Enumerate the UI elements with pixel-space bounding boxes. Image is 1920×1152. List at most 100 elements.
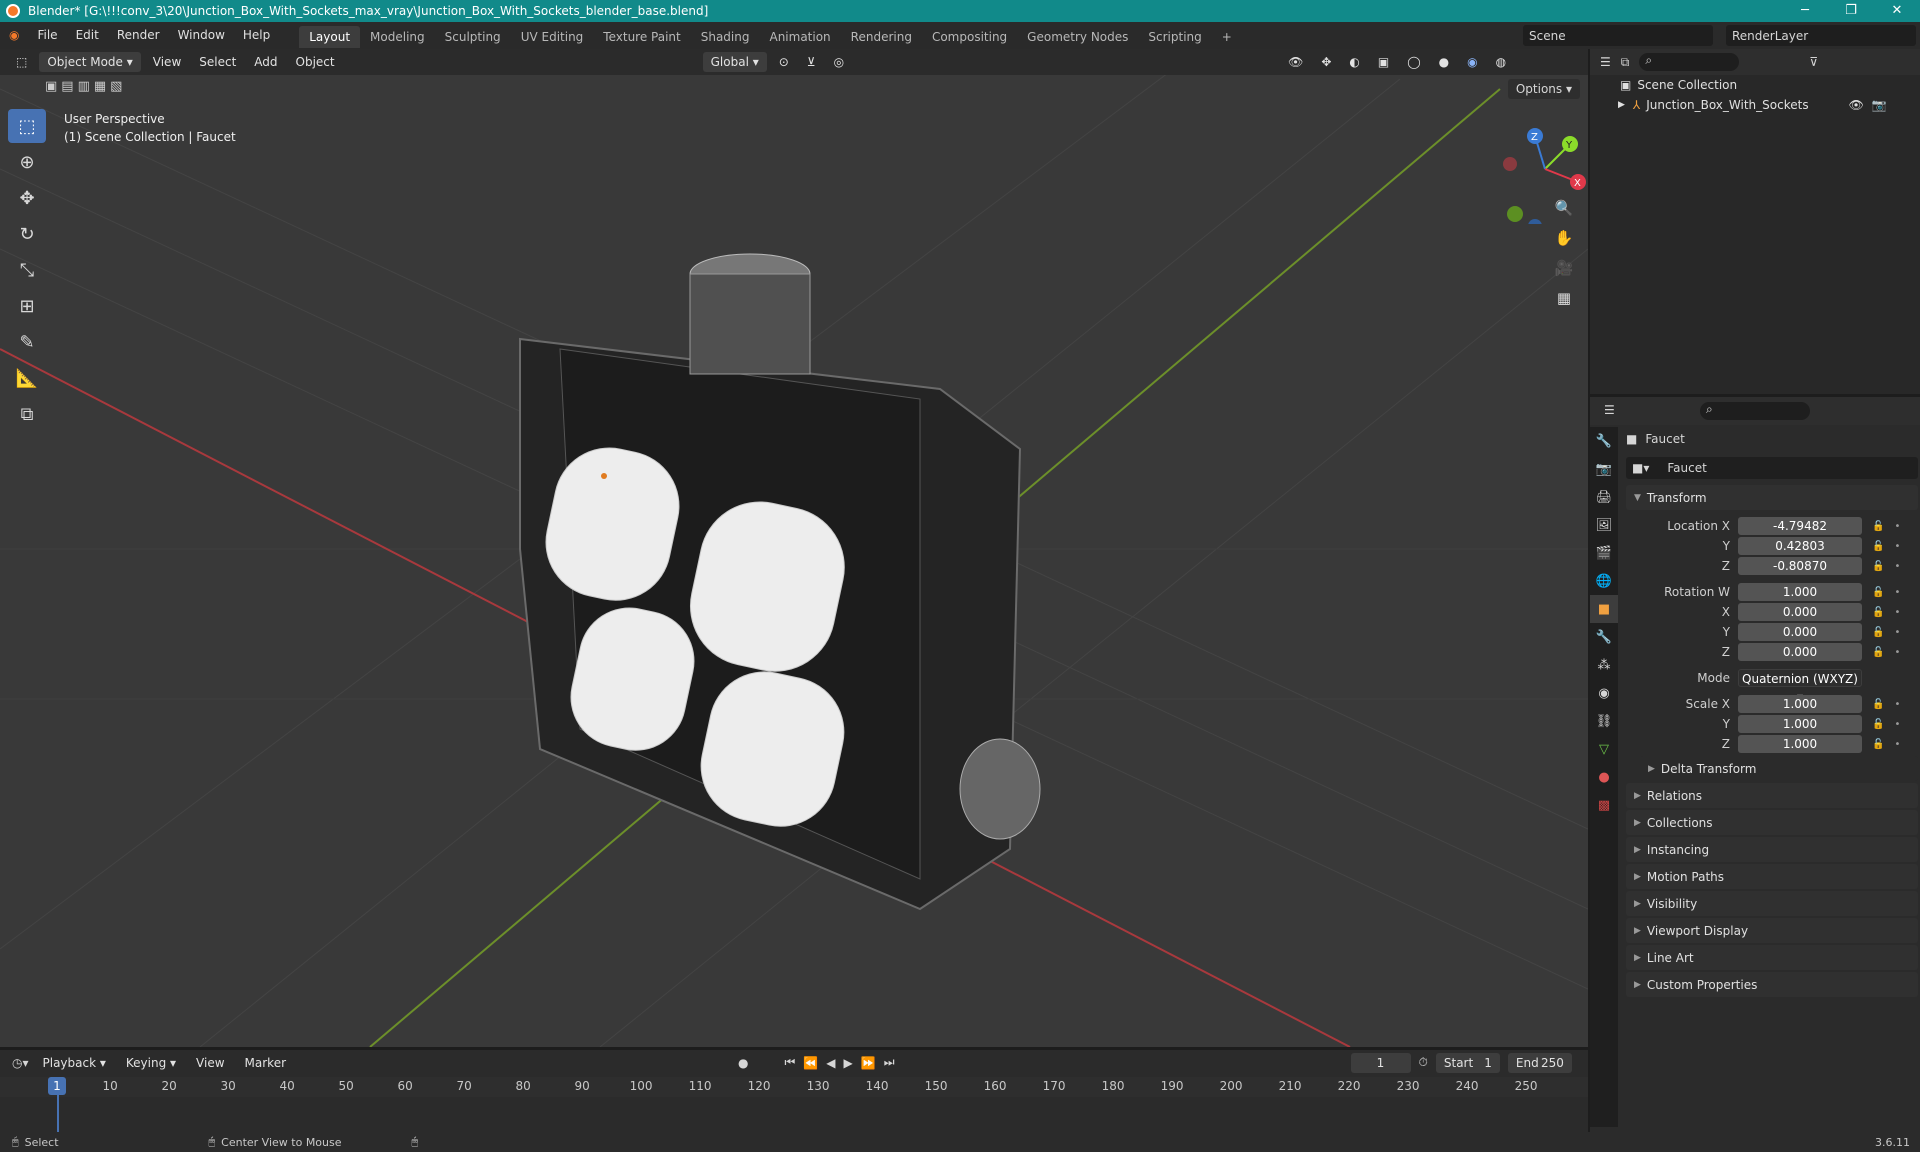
scale-y-field[interactable]: 1.000 [1738,715,1862,733]
texture-tab-icon[interactable]: ▩ [1590,791,1618,819]
visibility-icon[interactable]: 👁 [1282,55,1309,69]
location-z-field[interactable]: -0.80870 [1738,557,1862,575]
transform-panel-header[interactable]: ▼ Transform [1626,485,1918,510]
scale-x-field[interactable]: 1.000 [1738,695,1862,713]
blender-menu-icon[interactable]: ◉ [0,22,28,49]
world-tab-icon[interactable]: 🌐 [1590,567,1618,595]
visibility-eye-icon[interactable]: 👁 [1849,98,1864,112]
properties-search-input[interactable]: ⌕ [1700,402,1810,420]
filter-icon[interactable]: ⊽ [1809,55,1818,69]
modifier-tab-icon[interactable]: 🔧 [1590,623,1618,651]
outliner-scene-collection[interactable]: ▣ Scene Collection [1590,75,1920,95]
tab-scripting[interactable]: Scripting [1138,26,1211,48]
physics-tab-icon[interactable]: ◉ [1590,679,1618,707]
measure-tool-icon[interactable]: 📐 [8,361,46,395]
menu-render[interactable]: Render [108,22,169,49]
jump-start-icon[interactable]: ⏮ [785,1055,796,1070]
menu-edit[interactable]: Edit [67,22,108,49]
menu-file[interactable]: File [28,22,66,49]
menu-marker[interactable]: Marker [239,1056,292,1070]
move-tool-icon[interactable]: ✥ [8,181,46,215]
scene-selector[interactable]: Scene [1523,25,1713,46]
3d-viewport[interactable]: ⬚ Object Mode ▾ View Select Add Object G… [0,49,1588,1047]
tab-rendering[interactable]: Rendering [841,26,922,48]
maximize-button[interactable]: ❐ [1828,0,1874,22]
rotation-w-field[interactable]: 1.000 [1738,583,1862,601]
outliner-search-input[interactable]: ⌕ [1639,53,1740,71]
shading-material-icon[interactable]: ◉ [1461,55,1483,69]
scene-tab-icon[interactable]: 🎬 [1590,539,1618,567]
tab-animation[interactable]: Animation [759,26,840,48]
particles-tab-icon[interactable]: ⁂ [1590,651,1618,679]
lock-icon[interactable]: 🔓• [1872,587,1910,598]
menu-view[interactable]: View [147,55,187,69]
timeline-ruler[interactable]: 1102030405060708090100110120130140150160… [0,1077,1588,1097]
expand-arrow-icon[interactable]: ▶ [1618,100,1625,110]
menu-playback[interactable]: Playback ▾ [37,1056,112,1070]
tab-compositing[interactable]: Compositing [922,26,1017,48]
play-icon[interactable]: ▶ [844,1056,853,1070]
shading-wireframe-icon[interactable]: ◯ [1401,55,1426,69]
mode-dropdown[interactable]: Object Mode ▾ [39,52,141,72]
material-tab-icon[interactable]: ● [1590,763,1618,791]
view-layer-tab-icon[interactable]: 🖼 [1590,511,1618,539]
playhead[interactable]: 1 [48,1077,66,1095]
panel-viewport-display[interactable]: ▶ Viewport Display [1626,918,1918,943]
overlay-icon[interactable]: ◐ [1343,55,1365,69]
select-box-tool-icon[interactable]: ⬚ [8,109,46,143]
rotation-z-field[interactable]: 0.000 [1738,643,1862,661]
pivot-icon[interactable]: ⊙ [773,55,795,69]
rotation-mode-dropdown[interactable]: Quaternion (WXYZ) ▾ [1738,669,1862,704]
panel-instancing[interactable]: ▶ Instancing [1626,837,1918,862]
gizmo-toggle-icon[interactable]: ✥ [1315,55,1337,69]
snap-icon[interactable]: ⊻ [801,55,822,69]
annotate-tool-icon[interactable]: ✎ [8,325,46,359]
next-keyframe-icon[interactable]: ⏩ [861,1056,876,1070]
object-tab-icon[interactable]: ■ [1590,595,1618,623]
shading-rendered-icon[interactable]: ◍ [1490,55,1512,69]
lock-icon[interactable]: 🔓• [1872,647,1910,658]
select-mode-icons[interactable]: ▣▤▥▦▧ [45,79,126,94]
timeline-editor-icon[interactable]: ◷▾ [12,1056,29,1070]
lock-icon[interactable]: 🔓• [1872,627,1910,638]
menu-add[interactable]: Add [248,55,283,69]
play-reverse-icon[interactable]: ◀ [826,1056,835,1070]
shading-solid-icon[interactable]: ● [1433,55,1455,69]
xray-icon[interactable]: ▣ [1372,55,1395,69]
zoom-icon[interactable]: 🔍 [1550,194,1578,222]
panel-custom-properties[interactable]: ▶ Custom Properties [1626,972,1918,997]
render-camera-icon[interactable]: 📷 [1872,98,1887,112]
ortho-grid-icon[interactable]: ▦ [1550,284,1578,312]
minimize-button[interactable]: ─ [1782,0,1828,22]
constraints-tab-icon[interactable]: ⛓ [1590,707,1618,735]
location-y-field[interactable]: 0.42803 [1738,537,1862,555]
menu-help[interactable]: Help [234,22,279,49]
object-name-field[interactable]: ■▾ Faucet [1626,457,1918,479]
panel-collections[interactable]: ▶ Collections [1626,810,1918,835]
current-frame-field[interactable]: 1 [1350,1052,1411,1073]
panel-relations[interactable]: ▶ Relations [1626,783,1918,808]
options-dropdown[interactable]: Options ▾ [1507,79,1580,99]
lock-icon[interactable]: 🔓• [1872,607,1910,618]
tab-uv-editing[interactable]: UV Editing [511,26,594,48]
lock-icon[interactable]: 🔓• [1872,541,1910,552]
editor-type-icon[interactable]: ⬚ [10,55,33,69]
rotation-y-field[interactable]: 0.000 [1738,623,1862,641]
prev-keyframe-icon[interactable]: ⏪ [803,1056,818,1070]
panel-line-art[interactable]: ▶ Line Art [1626,945,1918,970]
tab-geometry-nodes[interactable]: Geometry Nodes [1017,26,1138,48]
cursor-tool-icon[interactable]: ⊕ [8,145,46,179]
data-tab-icon[interactable]: ▽ [1590,735,1618,763]
panel-visibility[interactable]: ▶ Visibility [1626,891,1918,916]
pan-hand-icon[interactable]: ✋ [1550,224,1578,252]
rotation-x-field[interactable]: 0.000 [1738,603,1862,621]
scale-z-field[interactable]: 1.000 [1738,735,1862,753]
menu-object[interactable]: Object [290,55,341,69]
menu-view[interactable]: View [190,1056,230,1070]
tab-modeling[interactable]: Modeling [360,26,435,48]
lock-icon[interactable]: 🔓• [1872,521,1910,532]
outliner-editor-icon[interactable]: ☰ [1600,55,1611,69]
panel-motion-paths[interactable]: ▶ Motion Paths [1626,864,1918,889]
lock-icon[interactable]: 🔓• [1872,561,1910,572]
menu-select[interactable]: Select [193,55,242,69]
